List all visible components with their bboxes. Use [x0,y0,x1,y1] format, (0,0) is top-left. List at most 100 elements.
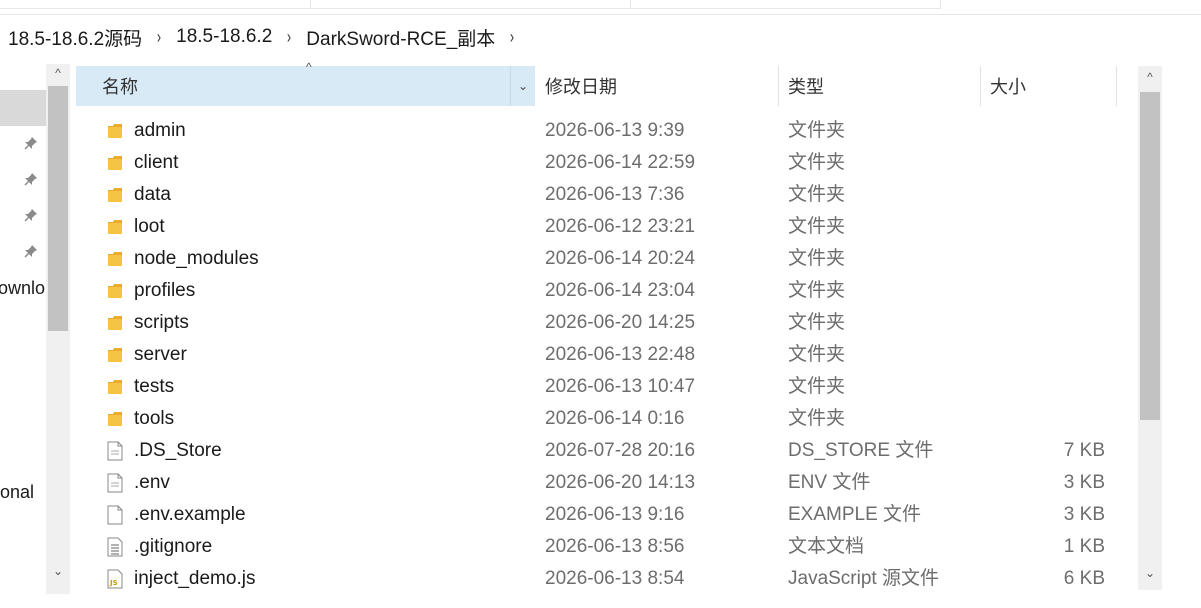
column-header-date-label: 修改日期 [545,77,617,97]
column-divider[interactable] [980,66,981,106]
pin-icon[interactable] [24,208,38,225]
column-header-size-label: 大小 [990,77,1026,97]
pin-icon[interactable] [24,244,38,261]
column-divider[interactable] [778,66,779,106]
file-type: 文本文档 [788,536,865,557]
file-name: admin [134,120,186,141]
file-row[interactable]: tools 2026-06-14 0:16 文件夹 [76,403,1138,435]
folder-icon [107,313,123,333]
nav-item-downloads[interactable]: ownlo [0,278,45,299]
breadcrumb-item[interactable]: 18.5-18.6.2源码 [8,24,142,51]
file-type: 文件夹 [788,344,846,365]
file-type: 文件夹 [788,184,846,205]
column-header-date[interactable]: 修改日期 [545,66,617,106]
breadcrumb: 18.5-18.6.2源码 › 18.5-18.6.2 › DarkSword-… [0,14,1201,59]
file-row[interactable]: data 2026-06-13 7:36 文件夹 [76,179,1138,211]
column-divider[interactable] [1116,66,1117,106]
folder-icon [107,281,123,301]
file-size: 6 KB [1063,568,1105,589]
file-row[interactable]: admin 2026-06-13 9:39 文件夹 [76,115,1138,147]
file-name: client [134,152,179,173]
file-row[interactable]: .DS_Store 2026-07-28 20:16 DS_STORE 文件 7 KB [76,435,1138,467]
file-modified-date: 2026-06-13 8:56 [545,536,685,557]
folder-icon [107,409,123,429]
nav-scrollbar[interactable]: ^ ⌄ [46,64,70,594]
file-type: 文件夹 [788,280,846,301]
folder-icon [107,153,123,173]
file-size [981,371,1105,403]
breadcrumb-item[interactable]: DarkSword-RCE_副本 [306,24,495,51]
folder-icon [107,345,123,365]
file-row[interactable]: .gitignore 2026-06-13 8:56 文本文档 1 KB [76,531,1138,563]
file-row[interactable]: server 2026-06-13 22:48 文件夹 [76,339,1138,371]
column-header-size[interactable]: 大小 [990,66,1026,106]
file-size [981,179,1105,211]
file-size [981,115,1105,147]
column-header-type[interactable]: 类型 [788,66,824,106]
breadcrumb-chevron-icon[interactable]: › [287,27,291,48]
file-row[interactable]: scripts 2026-06-20 14:25 文件夹 [76,307,1138,339]
folder-icon [107,185,123,205]
file-type: JavaScript 源文件 [788,568,939,589]
nav-scrollbar-thumb[interactable] [48,86,68,331]
file-name: .DS_Store [134,440,222,461]
file-name: node_modules [134,248,259,269]
nav-item-personal[interactable]: onal [0,482,34,503]
file-list-scrollbar[interactable]: ^ ⌄ [1138,66,1162,590]
file-modified-date: 2026-06-14 22:59 [545,152,696,173]
file-modified-date: 2026-06-12 23:21 [545,216,696,237]
file-size [981,275,1105,307]
file-row[interactable]: .env 2026-06-20 14:13 ENV 文件 3 KB [76,467,1138,499]
file-row[interactable]: node_modules 2026-06-14 20:24 文件夹 [76,243,1138,275]
file-row[interactable]: JS inject_demo.js 2026-06-13 8:54 JavaScrip… [76,563,1138,595]
scroll-up-arrow-icon[interactable]: ^ [1138,70,1162,84]
file-size: 3 KB [1063,504,1105,525]
column-dropdown-icon[interactable]: ⌄ [510,66,535,106]
file-type: EXAMPLE 文件 [788,504,922,525]
file-type: ENV 文件 [788,472,871,493]
scroll-up-arrow-icon[interactable]: ^ [46,66,70,80]
folder-icon [107,249,123,269]
file-modified-date: 2026-06-20 14:25 [545,312,696,333]
folder-icon [107,217,123,237]
file-modified-date: 2026-06-20 14:13 [545,472,696,493]
file-name: .env [134,472,170,493]
text-file-icon [107,537,123,557]
file-modified-date: 2026-06-14 0:16 [545,408,685,429]
file-name: tests [134,376,175,397]
file-size: 1 KB [1063,536,1105,557]
folder-icon [107,377,123,397]
file-list-scrollbar-thumb[interactable] [1140,92,1160,420]
file-row[interactable]: profiles 2026-06-14 23:04 文件夹 [76,275,1138,307]
file-list: admin 2026-06-13 9:39 文件夹 client 2026-06-14 … [76,115,1138,595]
pin-icon[interactable] [24,172,38,189]
column-header-name[interactable]: 名称 ^ ⌄ [76,60,535,106]
breadcrumb-chevron-icon[interactable]: › [157,27,161,48]
file-row[interactable]: loot 2026-06-12 23:21 文件夹 [76,211,1138,243]
file-row[interactable]: tests 2026-06-13 10:47 文件夹 [76,371,1138,403]
title-bar-segment [310,0,631,9]
file-icon [107,441,123,461]
file-modified-date: 2026-06-14 20:24 [545,248,696,269]
file-type: 文件夹 [788,376,846,397]
file-name: .gitignore [134,536,213,557]
blank-file-icon [107,505,123,525]
file-row[interactable]: client 2026-06-14 22:59 文件夹 [76,147,1138,179]
scroll-down-arrow-icon[interactable]: ⌄ [1138,566,1162,580]
pin-icon[interactable] [24,136,38,153]
file-size [981,147,1105,179]
scroll-down-arrow-icon[interactable]: ⌄ [46,564,70,578]
file-size [981,243,1105,275]
file-row[interactable]: .env.example 2026-06-13 9:16 EXAMPLE 文件 3 K… [76,499,1138,531]
breadcrumb-item[interactable]: 18.5-18.6.2 [176,26,272,48]
file-modified-date: 2026-06-13 8:54 [545,568,685,589]
file-name: server [134,344,187,365]
file-modified-date: 2026-07-28 20:16 [545,440,696,461]
breadcrumb-chevron-icon[interactable]: › [510,27,514,48]
nav-item-selected[interactable] [0,90,46,126]
file-name: inject_demo.js [134,568,256,589]
title-bar-strip [0,0,1201,12]
file-name: tools [134,408,175,429]
title-bar-segment [630,0,941,9]
file-name: loot [134,216,165,237]
